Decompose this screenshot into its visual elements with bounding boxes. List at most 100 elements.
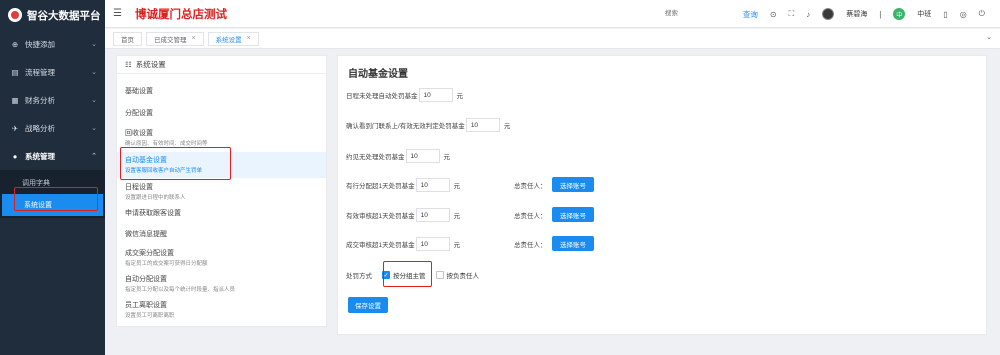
settings-item-basic[interactable]: 基础设置 bbox=[117, 86, 326, 96]
sidebar-subitem-dictionary[interactable]: 调用字典 bbox=[0, 172, 105, 194]
tab-home[interactable]: 首页 bbox=[113, 31, 142, 46]
fund-label: 成交审核超1天处罚基金 bbox=[346, 242, 415, 249]
settings-item-desc: 设置跟进日程中的联系人 bbox=[125, 195, 186, 201]
penalty-method-row: 处罚方式 ✓ 按分组主管 按负责任人 bbox=[346, 267, 479, 283]
responsible-label: 总责任人： bbox=[514, 242, 547, 249]
sidebar-item-finance[interactable]: ▦ 财务分析 ⌄ bbox=[0, 86, 105, 114]
store-title: 博诚厦门总店测试 bbox=[135, 8, 227, 21]
settings-item-apply[interactable]: 申请获取跟客设置 bbox=[117, 208, 326, 218]
shift-label[interactable]: 中班 bbox=[917, 9, 931, 19]
chevron-down-icon[interactable]: ⌄ bbox=[986, 33, 992, 41]
unit-label: 元 bbox=[453, 213, 461, 220]
query-button[interactable]: 查询 bbox=[743, 9, 758, 20]
settings-item-title: 微信消息提醒 bbox=[125, 231, 167, 238]
tab-label: 系统设置 bbox=[215, 36, 242, 44]
method-label: 处罚方式 bbox=[346, 273, 372, 280]
fund-label: 有效审核超1天处罚基金 bbox=[346, 213, 415, 220]
avatar[interactable] bbox=[822, 8, 835, 20]
settings-item-deal-allocation[interactable]: 成交案分配设置 指定员工的成交案可获得日分配额 bbox=[117, 248, 326, 267]
unit-label: 元 bbox=[443, 154, 451, 161]
settings-item-title: 自动基金设置 bbox=[125, 157, 167, 164]
sidebar-item-quick-add[interactable]: ⊕ 快捷添加 ⌄ bbox=[0, 30, 105, 58]
save-button[interactable]: 保存设置 bbox=[348, 297, 388, 313]
settings-item-desc: 指定员工分配以及每个统计时段量、指派人员 bbox=[125, 287, 236, 293]
settings-item-desc: 设置员工可离职离职 bbox=[125, 313, 175, 319]
settings-menu-panel: ☷ 系统设置 基础设置 分配设置 回收设置 确认原因、有效时间、成交时间等 自动… bbox=[116, 55, 327, 327]
fund-row: 确认看到门联系上/有效无效判定处罚基金 元 bbox=[346, 117, 510, 133]
settings-item-wechat[interactable]: 微信消息提醒 bbox=[117, 229, 326, 239]
settings-item-title: 日程设置 bbox=[125, 184, 153, 191]
user-name[interactable]: 蔡碧海 bbox=[846, 9, 867, 19]
power-icon[interactable]: ⏻ bbox=[979, 9, 985, 19]
fund-row: 约见无处理处罚基金 元 bbox=[346, 148, 450, 164]
strategy-icon: ✈ bbox=[11, 123, 19, 133]
fullscreen-icon[interactable]: ⛶ bbox=[789, 9, 795, 19]
select-account-button[interactable]: 选择账号 bbox=[552, 236, 594, 251]
bell-icon[interactable]: ♪ bbox=[806, 10, 810, 19]
settings-item-desc: 确认原因、有效时间、成交时间等 bbox=[125, 141, 208, 147]
sidebar-subitem-system-settings[interactable]: 系统设置 bbox=[2, 194, 103, 216]
settings-item-auto-allocation[interactable]: 自动分配设置 指定员工分配以及每个统计时段量、指派人员 bbox=[117, 274, 326, 293]
plus-circle-icon: ⊕ bbox=[11, 39, 19, 49]
settings-item-title: 申请获取跟客设置 bbox=[125, 210, 181, 217]
settings-item-title: 成交案分配设置 bbox=[125, 250, 174, 257]
chevron-down-icon: ⌄ bbox=[91, 97, 97, 104]
fund-amount-input[interactable] bbox=[415, 178, 450, 192]
select-account-button[interactable]: 选择账号 bbox=[552, 177, 594, 192]
tab-system-settings[interactable]: 系统设置 × bbox=[207, 31, 259, 46]
logo-icon bbox=[8, 8, 22, 22]
settings-item-title: 回收设置 bbox=[125, 130, 153, 137]
brand-name: 智谷大数据平台 bbox=[27, 9, 101, 22]
tab-deals[interactable]: 已成交管理 × bbox=[146, 31, 204, 46]
responsible-label: 总责任人： bbox=[514, 183, 547, 190]
fund-row: 日程未处理自动处罚基金 元 bbox=[346, 87, 463, 103]
settings-item-title: 分配设置 bbox=[125, 110, 153, 117]
top-header: ☰ 博诚厦门总店测试 查询 ⊙ ⛶ ♪ 蔡碧海 | 中 中班 ▯ ◎ ⏻ bbox=[105, 0, 1000, 28]
settings-item-recycle[interactable]: 回收设置 确认原因、有效时间、成交时间等 bbox=[117, 128, 326, 147]
checkbox-icon[interactable] bbox=[435, 271, 444, 279]
chevron-down-icon: ⌄ bbox=[91, 41, 97, 48]
settings-item-schedule[interactable]: 日程设置 设置跟进日程中的联系人 bbox=[117, 182, 326, 201]
panel-header: ☷ 系统设置 bbox=[117, 56, 326, 74]
globe-icon[interactable]: ◎ bbox=[960, 10, 967, 19]
settings-item-desc: 指定员工的成交案可获得日分配额 bbox=[125, 261, 208, 267]
fund-amount-input[interactable] bbox=[418, 88, 453, 102]
brand-logo[interactable]: 智谷大数据平台 bbox=[0, 0, 105, 30]
sidebar-item-flow[interactable]: ▤ 流程管理 ⌄ bbox=[0, 58, 105, 86]
fund-amount-input[interactable] bbox=[415, 237, 450, 251]
settings-item-allocation[interactable]: 分配设置 bbox=[117, 108, 326, 118]
fund-row: 有行分配超1天处罚基金 元 总责任人： 选择账号 bbox=[346, 177, 986, 193]
unit-label: 元 bbox=[456, 93, 464, 100]
close-icon[interactable]: × bbox=[192, 35, 196, 42]
sidebar-item-system[interactable]: ● 系统管理 ⌃ bbox=[0, 142, 105, 170]
sidebar-item-label: 战略分析 bbox=[25, 123, 55, 133]
close-icon[interactable]: × bbox=[247, 35, 251, 42]
fund-amount-input[interactable] bbox=[405, 149, 440, 163]
fund-label: 约见无处理处罚基金 bbox=[346, 154, 405, 161]
tab-label: 已成交管理 bbox=[154, 36, 187, 44]
document-icon[interactable]: ▯ bbox=[943, 10, 947, 19]
checkbox-label: 按分组主管 bbox=[393, 273, 426, 280]
menu-toggle-icon[interactable]: ☰ bbox=[113, 8, 123, 19]
sidebar-item-strategy[interactable]: ✈ 战略分析 ⌄ bbox=[0, 114, 105, 142]
responsible-label: 总责任人： bbox=[514, 213, 547, 220]
checkbox-checked-icon[interactable]: ✓ bbox=[382, 271, 390, 279]
checkbox-group-leader[interactable]: ✓ 按分组主管 bbox=[382, 270, 426, 280]
tab-bar: 首页 已成交管理 × 系统设置 × ⌄ bbox=[105, 29, 1000, 49]
checkbox-label: 按负责任人 bbox=[446, 273, 480, 280]
chevron-up-icon: ⌃ bbox=[91, 153, 97, 160]
fund-label: 有行分配超1天处罚基金 bbox=[346, 183, 415, 190]
unit-label: 元 bbox=[503, 123, 511, 130]
search-input[interactable] bbox=[665, 7, 745, 20]
fund-amount-input[interactable] bbox=[415, 208, 450, 222]
settings-item-auto-fund[interactable]: 自动基金设置 设置客服回收客户自动产生罚单 bbox=[117, 152, 326, 178]
settings-item-resign[interactable]: 员工离职设置 设置员工可离职离职 bbox=[117, 300, 326, 319]
panel-title: 系统设置 bbox=[135, 60, 166, 69]
settings-icon: ● bbox=[12, 151, 18, 161]
select-account-button[interactable]: 选择账号 bbox=[552, 207, 594, 222]
record-icon[interactable]: ⊙ bbox=[770, 10, 777, 19]
settings-item-desc: 设置客服回收客户自动产生罚单 bbox=[125, 168, 203, 174]
fund-amount-input[interactable] bbox=[465, 118, 500, 132]
sidebar-item-label: 快捷添加 bbox=[25, 39, 55, 49]
checkbox-responsible-person[interactable]: 按负责任人 bbox=[435, 270, 480, 280]
